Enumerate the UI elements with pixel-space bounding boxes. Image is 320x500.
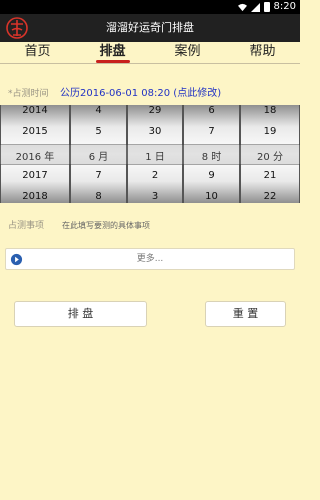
wifi-icon xyxy=(237,3,247,11)
month-item: 4 xyxy=(95,105,102,116)
time-row: *占测时间 公历2016-06-01 08:20 (点此修改) xyxy=(8,86,298,102)
hour-item: 10 xyxy=(205,191,218,202)
tab-cases[interactable]: 案例 xyxy=(150,42,225,62)
minute-item: 21 xyxy=(263,170,277,181)
battery-icon xyxy=(263,2,270,12)
title-bar: 溜溜好运奇门排盘 xyxy=(0,14,300,42)
hour-item: 6 xyxy=(208,105,215,116)
paipan-button[interactable]: 排 盘 xyxy=(14,301,147,327)
status-icons: 8:20 xyxy=(237,1,296,13)
year-item: 2015 xyxy=(22,126,48,137)
time-label: *占测时间 xyxy=(8,89,49,99)
tab-home[interactable]: 首页 xyxy=(0,42,75,62)
more-label: 更多... xyxy=(136,254,164,264)
year-item: 2017 xyxy=(22,170,48,181)
day-item: 29 xyxy=(148,105,162,116)
hour-item: 7 xyxy=(208,126,215,137)
status-bar: 8:20 xyxy=(0,0,300,14)
status-time: 8:20 xyxy=(273,1,296,12)
tab-paipan[interactable]: 排盘 xyxy=(75,42,150,62)
month-item: 8 xyxy=(95,191,102,202)
day-item: 30 xyxy=(148,126,162,137)
hour-item: 9 xyxy=(208,170,215,181)
time-value-link[interactable]: 公历2016-06-01 08:20 (点此修改) xyxy=(60,86,221,102)
minute-item: 22 xyxy=(263,191,277,202)
signal-icon xyxy=(250,2,260,12)
month-item: 7 xyxy=(95,170,102,181)
active-tab-indicator xyxy=(96,60,130,63)
year-item: 2018 xyxy=(22,191,48,202)
minute-item: 19 xyxy=(263,126,277,137)
day-item: 3 xyxy=(151,191,159,202)
more-options-bar[interactable]: 更多... xyxy=(5,248,295,270)
day-item: 2 xyxy=(151,170,159,181)
minute-item: 18 xyxy=(263,105,277,116)
month-item: 5 xyxy=(95,126,102,137)
app-title: 溜溜好运奇门排盘 xyxy=(106,21,194,34)
note-label: 占测事项 xyxy=(8,221,45,231)
reset-button[interactable]: 重 置 xyxy=(205,301,286,327)
year-item: 2014 xyxy=(22,105,48,116)
note-row: 占测事项 xyxy=(8,218,298,234)
note-input[interactable] xyxy=(62,218,292,234)
picker-selection-band xyxy=(0,144,300,165)
tab-help[interactable]: 帮助 xyxy=(225,42,300,62)
tab-bar: 首页 排盘 案例 帮助 xyxy=(0,42,300,64)
datetime-picker: 2014 2015 2016 年 2017 2018 4 5 6 月 7 8 2… xyxy=(0,105,300,203)
